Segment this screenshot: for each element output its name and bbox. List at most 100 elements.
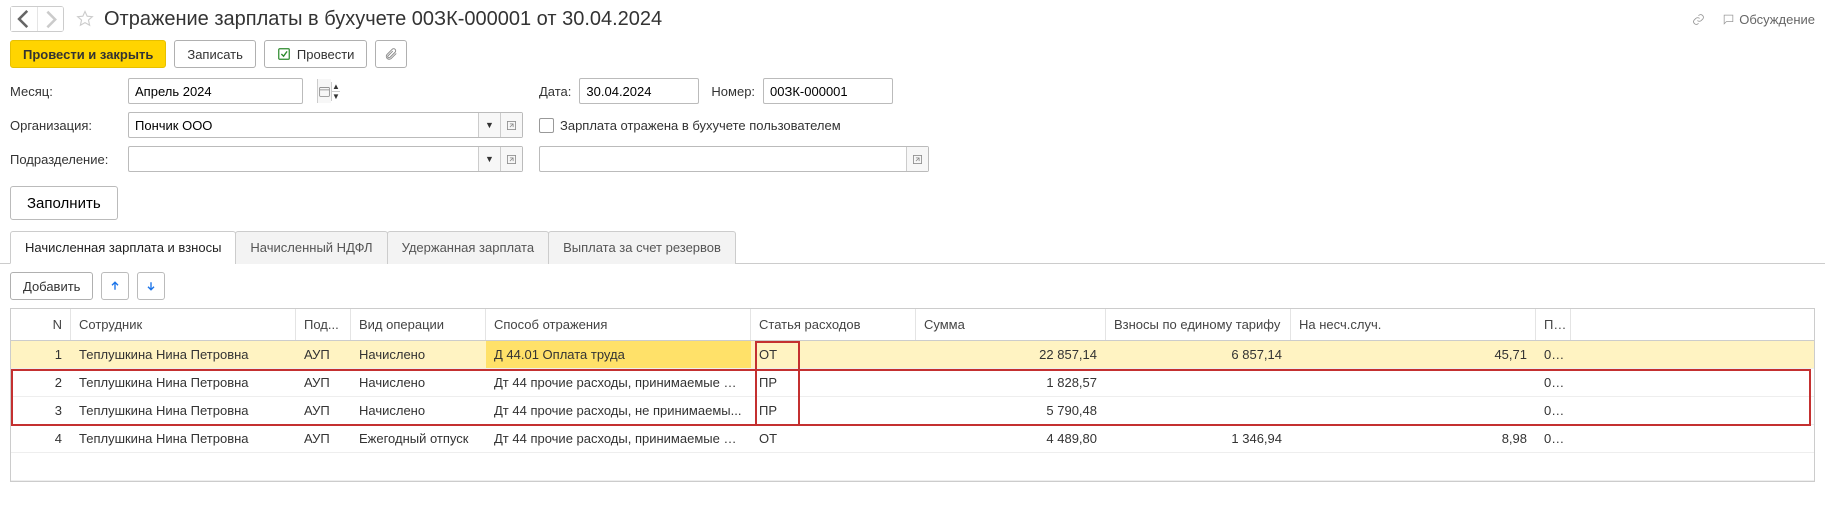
extra-field xyxy=(539,146,929,172)
link-button[interactable] xyxy=(1688,9,1708,29)
post-and-close-button[interactable]: Провести и закрыть xyxy=(10,40,166,68)
spin-up-button[interactable]: ▲ xyxy=(332,82,340,91)
table-row[interactable]: 1 Теплушкина Нина Петровна АУП Начислено… xyxy=(11,341,1814,369)
org-dropdown-button[interactable]: ▼ xyxy=(478,113,500,137)
link-icon xyxy=(1692,13,1705,26)
tab-withheld[interactable]: Удержанная зарплата xyxy=(387,231,549,264)
cell-employee: Теплушкина Нина Петровна xyxy=(71,369,296,396)
cell-n: 2 xyxy=(11,369,71,396)
org-open-button[interactable] xyxy=(500,113,522,137)
cell-dept: АУП xyxy=(296,425,351,452)
fill-button[interactable]: Заполнить xyxy=(10,186,118,220)
cell-expense: ОТ xyxy=(751,425,916,452)
save-button[interactable]: Записать xyxy=(174,40,256,68)
month-label: Месяц: xyxy=(10,84,120,99)
cell-tariff: 1 346,94 xyxy=(1106,425,1291,452)
org-input[interactable] xyxy=(129,113,478,137)
col-period[interactable]: Пер xyxy=(1536,309,1571,340)
cell-sum: 4 489,80 xyxy=(916,425,1106,452)
cell-dept: АУП xyxy=(296,397,351,424)
dept-open-button[interactable] xyxy=(500,147,522,171)
cell-sum: 5 790,48 xyxy=(916,397,1106,424)
reflected-checkbox[interactable] xyxy=(539,118,554,133)
table-row[interactable]: 2 Теплушкина Нина Петровна АУП Начислено… xyxy=(11,369,1814,397)
spin-down-button[interactable]: ▼ xyxy=(332,91,340,101)
col-tariff[interactable]: Взносы по единому тарифу xyxy=(1106,309,1291,340)
table-row-empty xyxy=(11,453,1814,481)
cell-tariff xyxy=(1106,397,1291,424)
month-calendar-button[interactable] xyxy=(317,79,331,103)
cell-n: 1 xyxy=(11,341,71,368)
cell-accident xyxy=(1291,397,1536,424)
favorite-toggle[interactable] xyxy=(74,8,96,30)
move-down-button[interactable] xyxy=(137,272,165,300)
nav-forward-button[interactable] xyxy=(37,7,63,31)
post-icon xyxy=(277,47,291,61)
open-icon xyxy=(505,119,518,132)
col-accident[interactable]: На несч.случ. xyxy=(1291,309,1536,340)
cell-way: Дт 44 прочие расходы, принимаемые к ... xyxy=(486,369,751,396)
cell-period: 01.0 xyxy=(1536,341,1571,368)
chat-icon xyxy=(1722,13,1735,26)
nav-back-button[interactable] xyxy=(11,7,37,31)
cell-tariff: 6 857,14 xyxy=(1106,341,1291,368)
cell-way: Д 44.01 Оплата труда xyxy=(486,341,751,368)
cell-accident: 45,71 xyxy=(1291,341,1536,368)
col-employee[interactable]: Сотрудник xyxy=(71,309,296,340)
tab-reserve[interactable]: Выплата за счет резервов xyxy=(548,231,736,264)
cell-expense: ПР xyxy=(751,397,916,424)
date-label: Дата: xyxy=(539,84,571,99)
chevron-down-icon: ▼ xyxy=(485,120,494,130)
discuss-label: Обсуждение xyxy=(1739,12,1815,27)
post-button[interactable]: Провести xyxy=(264,40,368,68)
extra-open-button[interactable] xyxy=(906,147,928,171)
open-icon xyxy=(911,153,924,166)
cell-period: 01.0 xyxy=(1536,397,1571,424)
cell-employee: Теплушкина Нина Петровна xyxy=(71,341,296,368)
col-operation[interactable]: Вид операции xyxy=(351,309,486,340)
tab-ndfl[interactable]: Начисленный НДФЛ xyxy=(235,231,387,264)
cell-expense: ПР xyxy=(751,369,916,396)
dept-dropdown-button[interactable]: ▼ xyxy=(478,147,500,171)
move-up-button[interactable] xyxy=(101,272,129,300)
cell-way: Дт 44 прочие расходы, принимаемые к ... xyxy=(486,425,751,452)
cell-employee: Теплушкина Нина Петровна xyxy=(71,425,296,452)
page-title: Отражение зарплаты в бухучете 00ЗК-00000… xyxy=(104,8,662,31)
cell-operation: Начислено xyxy=(351,397,486,424)
number-input[interactable] xyxy=(764,79,952,103)
paperclip-icon xyxy=(384,47,398,61)
extra-input[interactable] xyxy=(540,147,906,171)
cell-operation: Ежегодный отпуск xyxy=(351,425,486,452)
cell-employee: Теплушкина Нина Петровна xyxy=(71,397,296,424)
attach-button[interactable] xyxy=(375,40,407,68)
org-label: Организация: xyxy=(10,118,120,133)
discuss-button[interactable]: Обсуждение xyxy=(1722,12,1815,27)
org-field: ▼ xyxy=(128,112,523,138)
col-expense[interactable]: Статья расходов xyxy=(751,309,916,340)
month-input[interactable] xyxy=(129,79,317,103)
col-dept[interactable]: Под... xyxy=(296,309,351,340)
col-way[interactable]: Способ отражения xyxy=(486,309,751,340)
tabs: Начисленная зарплата и взносы Начисленны… xyxy=(0,230,1825,264)
star-icon xyxy=(76,10,94,28)
calendar-icon xyxy=(318,85,331,98)
arrow-left-icon xyxy=(11,6,37,32)
add-row-button[interactable]: Добавить xyxy=(10,272,93,300)
dept-label: Подразделение: xyxy=(10,152,120,167)
cell-period: 01.0 xyxy=(1536,369,1571,396)
cell-sum: 22 857,14 xyxy=(916,341,1106,368)
table-header: N Сотрудник Под... Вид операции Способ о… xyxy=(11,309,1814,341)
tab-accrued[interactable]: Начисленная зарплата и взносы xyxy=(10,231,236,264)
table-row[interactable]: 4 Теплушкина Нина Петровна АУП Ежегодный… xyxy=(11,425,1814,453)
table: N Сотрудник Под... Вид операции Способ о… xyxy=(10,308,1815,482)
dept-input[interactable] xyxy=(129,147,478,171)
cell-accident: 8,98 xyxy=(1291,425,1536,452)
table-row[interactable]: 3 Теплушкина Нина Петровна АУП Начислено… xyxy=(11,397,1814,425)
reflected-label: Зарплата отражена в бухучете пользовател… xyxy=(560,118,841,133)
cell-n: 4 xyxy=(11,425,71,452)
dept-field: ▼ xyxy=(128,146,523,172)
col-n[interactable]: N xyxy=(11,309,71,340)
col-sum[interactable]: Сумма xyxy=(916,309,1106,340)
cell-sum: 1 828,57 xyxy=(916,369,1106,396)
date-field xyxy=(579,78,699,104)
